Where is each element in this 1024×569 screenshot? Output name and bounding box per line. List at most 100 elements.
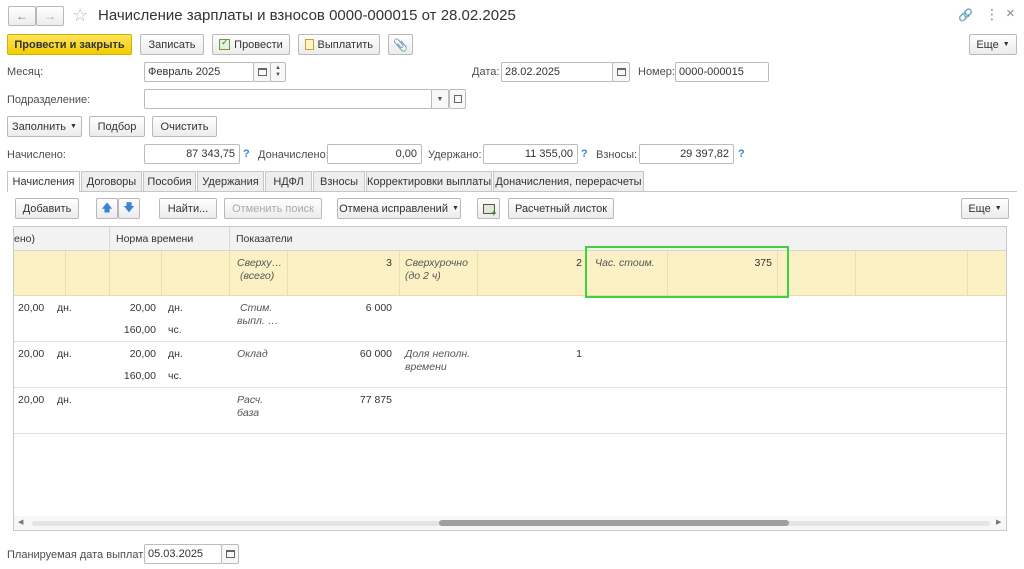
chevron-down-icon: ▼ [70, 123, 77, 130]
withheld-label: Удержано: [428, 149, 482, 161]
table-row[interactable]: 20,00 дн. Расч. база 77 875 [14, 388, 1006, 434]
find-button[interactable]: Найти... [159, 198, 217, 219]
tab-payment-adjustments[interactable]: Корректировки выплаты [366, 171, 492, 191]
norm-hours-unit: чс. [168, 370, 182, 382]
indicator-name: Стим. [240, 302, 273, 314]
table-row[interactable]: 20,00 дн. 20,00 дн. 160,00 чс. Стим. вып… [14, 296, 1006, 342]
pay-document-icon [305, 39, 314, 50]
calendar-icon [225, 550, 235, 558]
indicator-value: 1 [576, 348, 582, 360]
header-divider [229, 227, 230, 251]
norm-hours-value: 160,00 [123, 370, 156, 382]
month-stepper[interactable]: ▲ ▼ [270, 62, 286, 82]
tab-benefits[interactable]: Пособия [143, 171, 196, 191]
window-title: Начисление зарплаты и взносов 0000-00001… [98, 7, 516, 24]
cancel-search-button[interactable]: Отменить поиск [224, 198, 322, 219]
accruals-table: ено) Норма времени Показатели Сверху… (в… [13, 226, 1007, 531]
norm-hours-unit: чс. [168, 324, 182, 336]
save-button[interactable]: Записать [140, 34, 204, 55]
chevron-down-icon: ▼ [436, 95, 444, 103]
move-up-button[interactable]: 🡅 [96, 198, 118, 219]
cancel-corrections-button[interactable]: Отмена исправлений ▼ [337, 198, 461, 219]
department-dropdown-button[interactable]: ▼ [431, 89, 449, 109]
scroll-left-icon[interactable]: ◀ [18, 518, 23, 526]
tab-contributions[interactable]: Взносы [313, 171, 365, 191]
norm-days-unit: дн. [168, 302, 183, 314]
tab-accruals[interactable]: Начисления [7, 171, 80, 192]
chevron-down-icon: ▼ [451, 205, 459, 212]
scroll-right-icon[interactable]: ▶ [996, 518, 1001, 526]
post-button[interactable]: ✓ Провести [212, 34, 290, 55]
arrow-down-icon: 🡇 [123, 202, 135, 214]
paysheet-button[interactable]: Расчетный листок [508, 198, 614, 219]
scrollbar-thumb[interactable] [439, 520, 789, 526]
move-down-button[interactable]: 🡇 [118, 198, 140, 219]
tab-recalculations[interactable]: Доначисления, перерасчеты [493, 171, 644, 191]
number-label: Номер: [638, 66, 675, 78]
add-row-button[interactable]: Добавить [15, 198, 79, 219]
withheld-help-icon[interactable]: ? [581, 148, 588, 160]
pay-date-calendar-button[interactable] [221, 544, 239, 564]
contributions-help-icon[interactable]: ? [738, 148, 745, 160]
date-calendar-button[interactable] [612, 62, 630, 82]
star-icon[interactable]: ☆ [72, 5, 88, 26]
days-value: 20,00 [18, 348, 45, 360]
date-field[interactable]: 28.02.2025 [501, 62, 613, 82]
select-button[interactable]: Подбор [89, 116, 145, 137]
link-icon[interactable]: 🔗 [958, 8, 973, 22]
department-open-button[interactable] [449, 89, 466, 109]
accrued-help-icon[interactable]: ? [243, 148, 250, 160]
tab-deductions[interactable]: Удержания [197, 171, 264, 191]
indicator-name-line2: база [237, 407, 260, 419]
accrued-label: Начислено: [7, 149, 66, 161]
tab-contracts[interactable]: Договоры [81, 171, 142, 191]
pay-button[interactable]: Выплатить [298, 34, 380, 55]
month-field[interactable]: Февраль 2025 [144, 62, 254, 82]
indicator-name: Сверхурочно [405, 257, 468, 269]
table-more-button[interactable]: Еще ▼ [961, 198, 1009, 219]
month-calendar-button[interactable] [253, 62, 271, 82]
clear-button[interactable]: Очистить [152, 116, 217, 137]
number-field[interactable]: 0000-000015 [675, 62, 769, 82]
chevron-down-icon: ▼ [1002, 41, 1010, 48]
indicator-value: 60 000 [359, 348, 392, 360]
back-button[interactable]: ← [8, 6, 36, 26]
more-button[interactable]: Еще ▼ [969, 34, 1017, 55]
table-header: ено) Норма времени Показатели [14, 227, 1006, 251]
horizontal-scrollbar[interactable]: ◀ ▶ [14, 516, 1006, 530]
fill-button[interactable]: Заполнить ▼ [7, 116, 82, 137]
cell-divider [287, 251, 288, 296]
norm-hours-value: 160,00 [123, 324, 156, 336]
attach-button[interactable]: 📎 [388, 34, 413, 55]
indicator-name: Доля неполн. [405, 348, 471, 360]
calendar-icon [257, 68, 267, 76]
header-days-worked[interactable]: ено) [14, 233, 35, 245]
tab-ndfl[interactable]: НДФЛ [265, 171, 312, 191]
forward-button[interactable]: → [36, 6, 64, 26]
days-unit: дн. [57, 302, 72, 314]
tabs-baseline [7, 191, 1017, 192]
selected-cell-frame[interactable] [585, 246, 789, 298]
table-row-highlighted[interactable]: Сверху… (всего) 3 Сверхурочно (до 2 ч) 2… [14, 251, 1006, 296]
table-row[interactable]: 20,00 дн. 20,00 дн. 160,00 чс. Оклад 60 … [14, 342, 1006, 388]
table-settings-button[interactable]: + [477, 198, 500, 219]
more-vertical-icon[interactable]: ⋮ [985, 6, 999, 23]
pay-date-field[interactable]: 05.03.2025 [144, 544, 222, 564]
arrow-up-icon: 🡅 [101, 202, 113, 214]
indicator-value: 3 [386, 257, 392, 269]
accrued-field: 87 343,75 [144, 144, 240, 164]
step-up-icon: ▲ [275, 65, 281, 71]
close-icon[interactable]: × [1006, 5, 1015, 22]
header-time-norm[interactable]: Норма времени [116, 233, 193, 245]
post-and-close-button[interactable]: Провести и закрыть [7, 34, 132, 55]
indicator-value: 77 875 [359, 394, 392, 406]
days-unit: дн. [57, 348, 72, 360]
contributions-field: 29 397,82 [639, 144, 734, 164]
cell-divider [477, 251, 478, 296]
withheld-field: 11 355,00 [483, 144, 578, 164]
department-field[interactable] [144, 89, 432, 109]
norm-days-value: 20,00 [129, 302, 156, 314]
step-down-icon: ▼ [275, 72, 281, 78]
indicator-value: 6 000 [365, 302, 392, 314]
header-indicators[interactable]: Показатели [236, 233, 293, 245]
